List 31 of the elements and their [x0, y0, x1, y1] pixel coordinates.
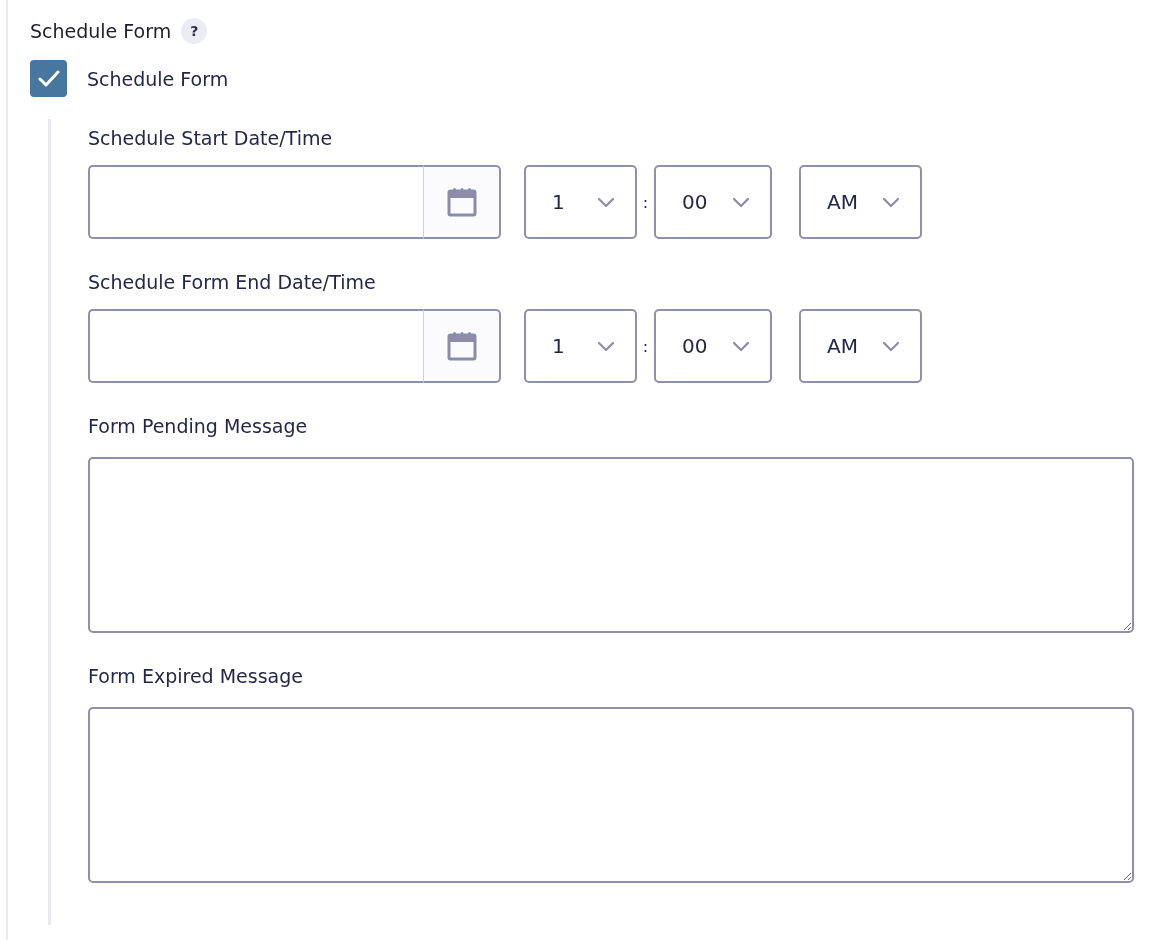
date-input-field[interactable] — [88, 309, 423, 383]
minute-select[interactable]: 00 — [654, 165, 772, 239]
hour-select[interactable]: 1 — [524, 165, 637, 239]
am-pm-select[interactable]: AM — [799, 309, 922, 383]
help-badge[interactable]: ? — [181, 18, 208, 44]
time-separator: : — [641, 192, 650, 212]
chevron-down-icon — [732, 340, 750, 352]
calendar-button[interactable] — [423, 165, 501, 239]
calendar-icon — [446, 187, 477, 217]
message-textarea[interactable] — [88, 707, 1134, 883]
calendar-icon — [446, 331, 477, 361]
chevron-down-icon — [882, 196, 900, 208]
date-input-field[interactable] — [88, 165, 423, 239]
field-label: Form Pending Message — [88, 414, 309, 439]
field-label: Schedule Form End Date/Time — [88, 270, 377, 295]
section-title: Schedule Form — [30, 20, 172, 42]
chevron-down-icon — [597, 340, 615, 352]
am-pm-select[interactable]: AM — [799, 165, 922, 239]
field-label: Schedule Start Date/Time — [88, 126, 334, 151]
checkbox[interactable] — [30, 60, 67, 97]
time-separator: : — [641, 336, 650, 356]
chevron-down-icon — [597, 196, 615, 208]
checkbox-label: Schedule Form — [87, 67, 229, 90]
calendar-button[interactable] — [423, 309, 501, 383]
chevron-down-icon — [882, 340, 900, 352]
hour-select[interactable]: 1 — [524, 309, 637, 383]
checkmark-icon — [37, 70, 60, 87]
chevron-down-icon — [732, 196, 750, 208]
minute-select[interactable]: 00 — [654, 309, 772, 383]
message-textarea[interactable] — [88, 457, 1134, 633]
field-label: Form Expired Message — [88, 664, 304, 689]
